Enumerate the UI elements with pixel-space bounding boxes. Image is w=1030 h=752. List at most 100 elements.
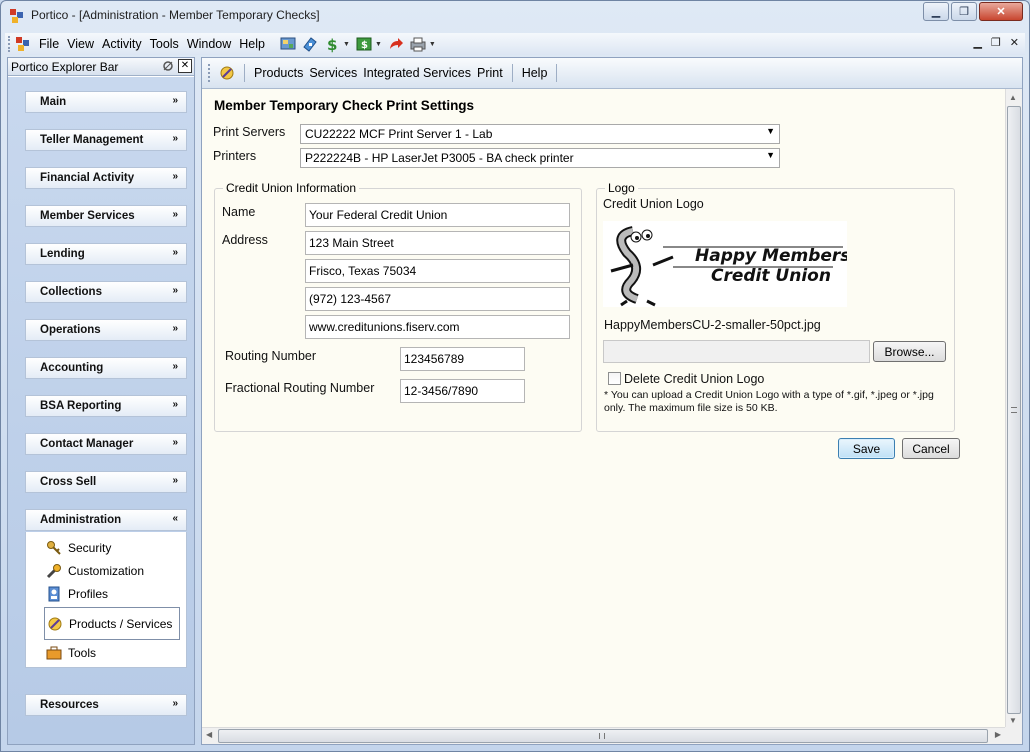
teller-icon[interactable] xyxy=(279,35,297,53)
address-line-3-field[interactable]: (972) 123-4567 xyxy=(305,287,570,311)
section-financial-activity[interactable]: Financial Activity » xyxy=(25,167,187,189)
toolbar-services[interactable]: Services xyxy=(306,66,360,80)
portico-app-icon[interactable] xyxy=(9,8,25,24)
admin-item-label: Tools xyxy=(68,646,97,660)
explorer-close-icon[interactable]: ✕ xyxy=(178,59,192,73)
content-pane: Products Services Integrated Services Pr… xyxy=(201,57,1023,745)
section-label: BSA Reporting xyxy=(40,400,122,412)
menu-view[interactable]: View xyxy=(63,37,98,51)
credit-union-info-legend: Credit Union Information xyxy=(223,181,360,195)
restore-icon: ❐ xyxy=(959,6,969,18)
toolbar-grip[interactable] xyxy=(208,64,210,82)
horizontal-scrollbar[interactable]: ◀ ▶ xyxy=(202,727,1005,744)
explorer-body: Main » Teller Management » Financial Activ… xyxy=(8,77,194,744)
printers-label: Printers xyxy=(213,149,257,163)
dropdown-arrow-icon: ▼ xyxy=(766,150,775,160)
address-line-4-field[interactable]: www.creditunions.fiserv.com xyxy=(305,315,570,339)
admin-item-customization[interactable]: Customization xyxy=(46,561,144,581)
name-label: Name xyxy=(222,205,256,219)
section-contact-manager[interactable]: Contact Manager » xyxy=(25,433,187,455)
chevron-down-icon: » xyxy=(172,247,178,258)
section-bsa-reporting[interactable]: BSA Reporting » xyxy=(25,395,187,417)
routing-number-label: Routing Number xyxy=(225,349,317,363)
pin-icon[interactable] xyxy=(162,60,174,72)
scroll-right-icon[interactable]: ▶ xyxy=(995,730,1001,739)
chevron-down-icon: » xyxy=(172,399,178,410)
section-accounting[interactable]: Accounting » xyxy=(25,357,187,379)
address-line-2-field[interactable]: Frisco, Texas 75034 xyxy=(305,259,570,283)
cash-dropdown-icon[interactable]: ▼ xyxy=(375,41,382,48)
section-label: Main xyxy=(40,96,67,108)
money-icon[interactable]: $ xyxy=(323,35,341,53)
menu-file[interactable]: File xyxy=(35,37,63,51)
close-window-button[interactable]: ✕ xyxy=(979,2,1023,21)
scroll-down-icon[interactable]: ▼ xyxy=(1009,716,1017,725)
logo-path-field[interactable] xyxy=(603,340,870,363)
address-line-1-field[interactable]: 123 Main Street xyxy=(305,231,570,255)
section-main[interactable]: Main » xyxy=(25,91,187,113)
toolbar-products[interactable]: Products xyxy=(251,66,306,80)
save-button[interactable]: Save xyxy=(838,438,895,459)
toolbar-grip[interactable] xyxy=(8,36,12,52)
printers-select[interactable]: P222224B - HP LaserJet P3005 - BA check … xyxy=(300,148,780,168)
menu-window[interactable]: Window xyxy=(183,37,235,51)
chevron-down-icon: » xyxy=(172,285,178,296)
admin-item-profiles[interactable]: Profiles xyxy=(46,584,108,604)
minimize-icon: ▁ xyxy=(931,6,941,18)
mdi-restore-icon[interactable]: ❐ xyxy=(991,36,1001,49)
horizontal-scroll-thumb[interactable] xyxy=(218,729,988,743)
menu-activity[interactable]: Activity xyxy=(98,37,146,51)
mdi-minimize-icon[interactable]: ▁ xyxy=(973,36,981,49)
name-field[interactable]: Your Federal Credit Union xyxy=(305,203,570,227)
logo-filename: HappyMembersCU-2-smaller-50pct.jpg xyxy=(604,318,821,332)
credit-union-logo-image: Happy Members Credit Union xyxy=(603,221,850,307)
restore-button[interactable]: ❐ xyxy=(951,2,977,21)
section-collections[interactable]: Collections » xyxy=(25,281,187,303)
section-administration[interactable]: Administration « xyxy=(25,509,187,531)
admin-item-tools[interactable]: Tools xyxy=(46,643,96,663)
admin-item-label: Profiles xyxy=(68,587,109,601)
money-dropdown-icon[interactable]: ▼ xyxy=(343,41,350,48)
toolbar-help[interactable]: Help xyxy=(519,66,551,80)
browse-button[interactable]: Browse... xyxy=(873,341,946,362)
mdi-child-icon[interactable] xyxy=(15,36,31,52)
delete-logo-checkbox[interactable] xyxy=(608,372,621,385)
section-cross-sell[interactable]: Cross Sell » xyxy=(25,471,187,493)
address-label: Address xyxy=(222,233,268,247)
products-icon[interactable] xyxy=(218,64,236,82)
admin-item-products-services[interactable]: Products / Services xyxy=(44,607,180,640)
section-member-services[interactable]: Member Services » xyxy=(25,205,187,227)
dropdown-arrow-icon: ▼ xyxy=(766,126,775,136)
minimize-button[interactable]: ▁ xyxy=(923,2,949,21)
menu-help[interactable]: Help xyxy=(235,37,269,51)
menu-tools[interactable]: Tools xyxy=(146,37,183,51)
section-teller-management[interactable]: Teller Management » xyxy=(25,129,187,151)
section-operations[interactable]: Operations » xyxy=(25,319,187,341)
toolbar-separator xyxy=(244,64,245,82)
chevron-down-icon: » xyxy=(172,95,178,106)
scroll-up-icon[interactable]: ▲ xyxy=(1009,93,1017,102)
vertical-scrollbar[interactable]: ▲ ▼ xyxy=(1005,89,1022,729)
scroll-left-icon[interactable]: ◀ xyxy=(206,730,212,739)
section-resources[interactable]: Resources » xyxy=(25,694,187,716)
admin-item-security[interactable]: Security xyxy=(46,538,111,558)
mdi-close-icon[interactable]: ✕ xyxy=(1010,36,1019,49)
fractional-routing-field[interactable]: 12-3456/7890 xyxy=(400,379,525,403)
printer-dropdown-icon[interactable]: ▼ xyxy=(429,41,436,48)
printer-icon[interactable] xyxy=(409,35,427,53)
cash-drawer-icon[interactable]: $ xyxy=(355,35,373,53)
vertical-scroll-thumb[interactable] xyxy=(1007,106,1021,714)
chevron-down-icon: » xyxy=(172,475,178,486)
print-servers-select[interactable]: CU22222 MCF Print Server 1 - Lab ▼ xyxy=(300,124,780,144)
routing-number-field[interactable]: 123456789 xyxy=(400,347,525,371)
forward-arrow-icon[interactable] xyxy=(387,35,405,53)
chevron-up-icon: « xyxy=(172,513,178,524)
toolbar-separator xyxy=(511,64,513,82)
toolbar-integrated-services[interactable]: Integrated Services xyxy=(360,66,474,80)
section-lending[interactable]: Lending » xyxy=(25,243,187,265)
deposit-icon[interactable] xyxy=(301,35,319,53)
cancel-button[interactable]: Cancel xyxy=(902,438,960,459)
logo-text-line2: Credit Union xyxy=(711,266,831,286)
svg-text:$: $ xyxy=(361,40,368,51)
toolbar-print[interactable]: Print xyxy=(474,66,506,80)
